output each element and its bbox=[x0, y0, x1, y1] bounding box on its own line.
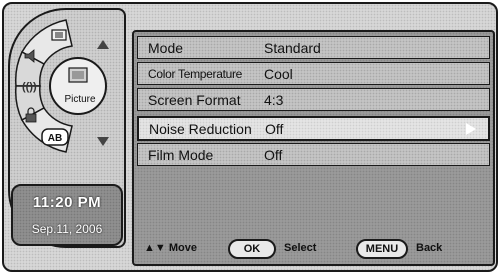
antenna-icon[interactable]: (()) bbox=[22, 81, 37, 93]
menu-row-screen-format[interactable]: Screen Format 4:3 bbox=[137, 88, 490, 111]
button-hint-bar: ▲▼ Move OK Select MENU Back bbox=[134, 234, 493, 264]
tv-icon[interactable] bbox=[51, 29, 67, 41]
category-dial: (()) AB bbox=[14, 19, 107, 153]
svg-text:(()): (()) bbox=[22, 81, 37, 93]
back-hint: Back bbox=[416, 242, 443, 254]
clock-date: Sep.11, 2006 bbox=[31, 222, 103, 236]
menu-row-label: Mode bbox=[148, 40, 184, 56]
menu-row-value: Standard bbox=[264, 40, 321, 56]
menu-row-label: Film Mode bbox=[148, 147, 214, 163]
nav-down-arrow[interactable] bbox=[97, 137, 109, 146]
menu-row-film-mode[interactable]: Film Mode Off bbox=[137, 143, 490, 166]
ok-key[interactable]: OK bbox=[228, 239, 276, 259]
clock-panel: 11:20 PM Sep.11, 2006 bbox=[11, 184, 123, 246]
menu-row-value: 4:3 bbox=[264, 92, 284, 108]
menu-row-color-temperature[interactable]: Color Temperature Cool bbox=[137, 62, 490, 85]
clock-time: 11:20 PM bbox=[32, 194, 102, 211]
menu-row-label: Noise Reduction bbox=[149, 121, 252, 137]
menu-row-label: Screen Format bbox=[148, 92, 241, 108]
menu-row-mode[interactable]: Mode Standard bbox=[137, 36, 490, 59]
svg-text:AB: AB bbox=[48, 133, 62, 144]
submenu-arrow-icon[interactable] bbox=[466, 123, 476, 135]
menu-key[interactable]: MENU bbox=[356, 239, 408, 259]
menu-row-value: Cool bbox=[264, 66, 293, 82]
menu-row-value: Off bbox=[264, 147, 283, 163]
ab-icon[interactable]: AB bbox=[41, 128, 69, 146]
nav-up-arrow[interactable] bbox=[97, 40, 109, 49]
move-hint: ▲▼ Move bbox=[144, 242, 197, 254]
select-hint: Select bbox=[284, 242, 317, 254]
menu-row-value: Off bbox=[265, 121, 284, 137]
menu-row-label: Color Temperature bbox=[148, 67, 243, 81]
menu-row-noise-reduction[interactable]: Noise Reduction Off bbox=[137, 116, 490, 141]
picture-category-label: Picture bbox=[64, 94, 96, 105]
picture-settings-menu: Mode Standard Color Temperature Cool Scr… bbox=[132, 30, 495, 266]
picture-icon[interactable] bbox=[49, 57, 107, 115]
